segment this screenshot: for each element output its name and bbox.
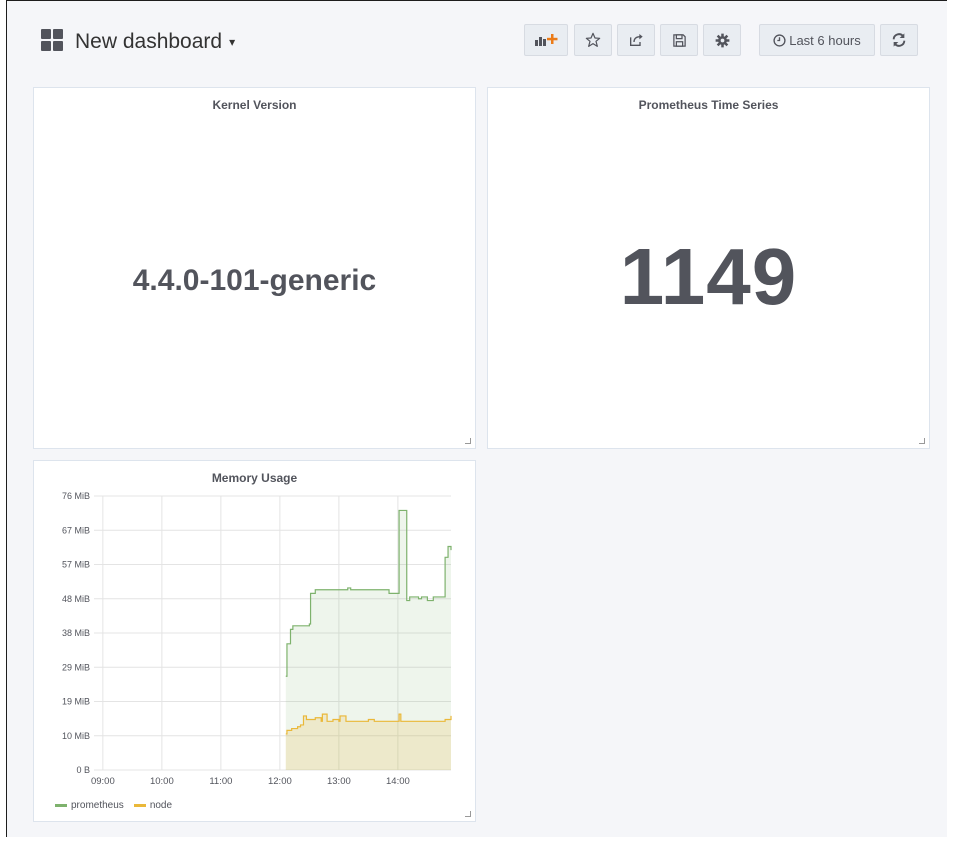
clock-icon (773, 33, 786, 47)
legend-swatch (133, 804, 146, 807)
x-tick-label: 13:00 (327, 776, 351, 787)
settings-button[interactable] (703, 24, 741, 56)
save-button[interactable] (660, 24, 698, 56)
y-tick-label: 57 MiB (62, 560, 90, 570)
panel-title[interactable]: Prometheus Time Series (488, 98, 929, 112)
prometheus-time-series-panel: Prometheus Time Series 1149 (487, 87, 930, 449)
dashboard-title-dropdown[interactable]: New dashboard ▾ (75, 30, 235, 54)
add-panel-button[interactable] (524, 24, 568, 56)
save-icon (672, 33, 686, 47)
x-tick-label: 14:00 (386, 776, 410, 787)
x-tick-label: 10:00 (150, 776, 174, 787)
refresh-button[interactable] (880, 24, 918, 56)
gear-icon (715, 33, 729, 47)
refresh-icon (892, 33, 906, 47)
caret-down-icon: ▾ (229, 35, 236, 50)
share-button[interactable] (617, 24, 655, 56)
panel-title[interactable]: Kernel Version (34, 98, 475, 112)
chart-legend: prometheus node (55, 800, 172, 811)
time-range-picker[interactable]: Last 6 hours (759, 24, 875, 56)
kernel-version-panel: Kernel Version 4.4.0-101-generic (33, 87, 476, 449)
series-area-node (285, 714, 451, 770)
y-tick-label: 10 MiB (62, 731, 90, 741)
x-tick-label: 12:00 (268, 776, 292, 787)
y-tick-label: 67 MiB (62, 525, 90, 535)
star-icon (585, 32, 601, 47)
dashboard-title: New dashboard (75, 30, 223, 53)
resize-handle[interactable] (465, 811, 471, 817)
y-tick-label: 29 MiB (62, 662, 90, 672)
time-range-label: Last 6 hours (789, 32, 861, 48)
memory-usage-chart[interactable]: 0 B 10 MiB 19 MiB 29 MiB 38 MiB 48 MiB 57 MiB 6… (34, 461, 475, 796)
y-tick-label: 48 MiB (62, 594, 90, 604)
legend-item-node[interactable]: node (133, 800, 173, 811)
legend-label: node (149, 800, 173, 811)
y-tick-label: 19 MiB (62, 697, 90, 707)
y-tick-label: 0 B (76, 765, 90, 775)
x-tick-label: 09:00 (91, 776, 115, 787)
star-button[interactable] (574, 24, 612, 56)
y-tick-label: 76 MiB (62, 491, 90, 501)
resize-handle[interactable] (465, 438, 471, 444)
dashboard-grid-icon[interactable] (41, 29, 63, 51)
y-tick-label: 38 MiB (62, 628, 90, 638)
resize-handle[interactable] (919, 438, 925, 444)
share-icon (630, 34, 643, 46)
legend-item-prometheus[interactable]: prometheus (55, 800, 124, 811)
legend-swatch (55, 804, 67, 807)
legend-label: prometheus (71, 800, 124, 811)
kernel-version-value: 4.4.0-101-generic (132, 264, 377, 297)
add-panel-icon (535, 34, 558, 46)
x-tick-label: 11:00 (209, 776, 232, 787)
memory-usage-panel: Memory Usage 0 B 10 MiB 19 MiB 29 MiB 38 MiB… (33, 460, 476, 822)
prometheus-series-value: 1149 (619, 232, 798, 321)
